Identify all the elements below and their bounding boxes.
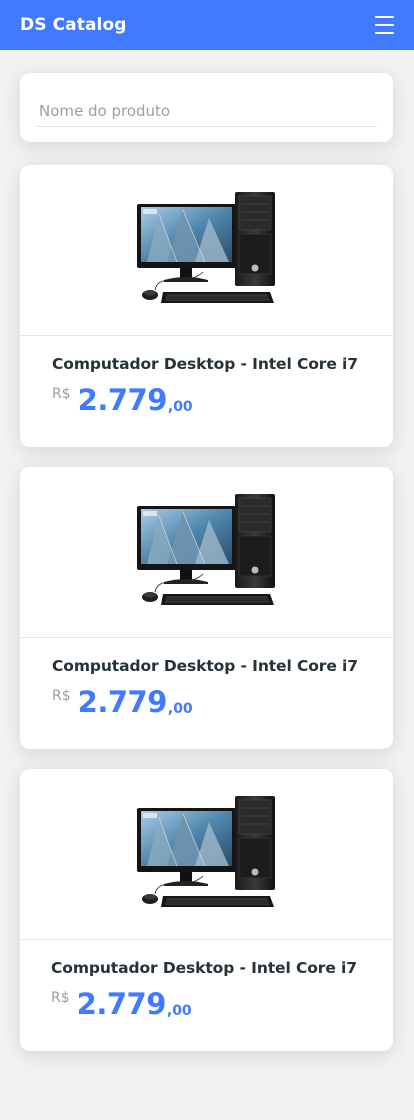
hamburger-menu-icon[interactable] — [375, 16, 394, 34]
menu-bar — [375, 16, 394, 19]
desktop-computer-image — [137, 494, 276, 606]
product-card[interactable]: Computador Desktop - Intel Core i7 R$ 2.… — [20, 769, 393, 1051]
product-image-area — [20, 769, 393, 940]
menu-bar — [375, 23, 394, 27]
price-decimal: ,00 — [167, 399, 193, 415]
search-card — [20, 73, 393, 142]
product-card[interactable]: Computador Desktop - Intel Core i7 R$ 2.… — [20, 467, 393, 749]
product-name: Computador Desktop - Intel Core i7 — [52, 355, 358, 373]
brand-title[interactable]: DS Catalog — [20, 15, 127, 35]
price-currency: R$ — [52, 386, 71, 402]
price-decimal: ,00 — [166, 1003, 192, 1019]
price-integer: 2.779 — [76, 987, 167, 1021]
price-currency: R$ — [52, 688, 71, 704]
product-image-area — [20, 467, 393, 638]
product-info: Computador Desktop - Intel Core i7 R$ 2.… — [52, 355, 372, 417]
product-card[interactable]: Computador Desktop - Intel Core i7 R$ 2.… — [20, 165, 393, 447]
product-info: Computador Desktop - Intel Core i7 R$ 2.… — [51, 959, 371, 1021]
menu-bar — [375, 31, 394, 34]
product-image-area — [20, 165, 393, 336]
price-decimal: ,00 — [167, 701, 193, 717]
price-currency: R$ — [51, 990, 70, 1006]
price-integer: 2.779 — [77, 685, 168, 719]
desktop-computer-image — [137, 192, 276, 304]
product-info: Computador Desktop - Intel Core i7 R$ 2.… — [52, 657, 372, 719]
price-row: R$ 2.779 ,00 — [51, 987, 371, 1021]
desktop-computer-image — [137, 796, 276, 908]
price-row: R$ 2.779 ,00 — [52, 685, 372, 719]
price-integer: 2.779 — [77, 383, 168, 417]
price-row: R$ 2.779 ,00 — [52, 383, 372, 417]
product-name: Computador Desktop - Intel Core i7 — [52, 657, 358, 675]
search-input[interactable] — [36, 95, 377, 127]
navbar: DS Catalog — [0, 0, 414, 50]
product-name: Computador Desktop - Intel Core i7 — [51, 959, 357, 977]
